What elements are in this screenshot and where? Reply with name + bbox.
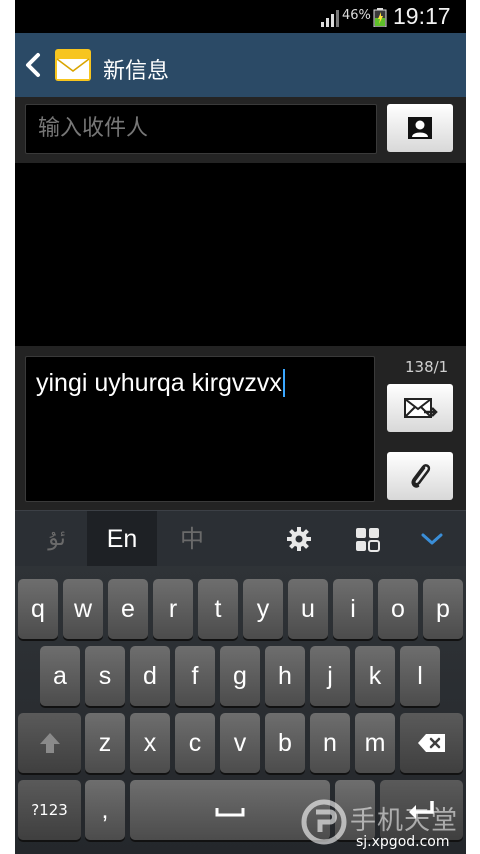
key-t[interactable]: t: [198, 579, 238, 639]
key-d[interactable]: d: [130, 646, 170, 706]
key-w[interactable]: w: [63, 579, 103, 639]
key-q[interactable]: q: [18, 579, 58, 639]
phone-screen: 46% 19:17 新信息 输入收件人 yingi uyhurqa kirgvz…: [15, 0, 466, 854]
action-bar: 新信息: [15, 33, 466, 97]
contact-picker-button[interactable]: [387, 104, 453, 152]
key-r[interactable]: r: [153, 579, 193, 639]
tab-english[interactable]: En: [87, 511, 157, 567]
send-button[interactable]: [387, 384, 453, 432]
comma-key[interactable]: ,: [85, 780, 125, 840]
key-z[interactable]: z: [85, 713, 125, 773]
key-k[interactable]: k: [355, 646, 395, 706]
chevron-left-icon[interactable]: [23, 52, 43, 78]
key-f[interactable]: f: [175, 646, 215, 706]
character-counter: 138/1: [405, 358, 449, 376]
key-l[interactable]: l: [400, 646, 440, 706]
gear-icon[interactable]: [287, 527, 311, 551]
key-c[interactable]: c: [175, 713, 215, 773]
attach-button[interactable]: [387, 452, 453, 500]
contact-icon: [408, 117, 432, 139]
shift-key[interactable]: [18, 713, 81, 773]
grid-icon[interactable]: [355, 527, 381, 553]
envelope-icon[interactable]: [53, 45, 93, 85]
key-n[interactable]: n: [310, 713, 350, 773]
space-icon: [215, 808, 245, 817]
backspace-key[interactable]: [400, 713, 463, 773]
tab-chinese[interactable]: 中: [157, 511, 227, 567]
battery-icon: [373, 8, 387, 27]
key-s[interactable]: s: [85, 646, 125, 706]
key-e[interactable]: e: [108, 579, 148, 639]
shift-icon: [39, 733, 60, 753]
key-g[interactable]: g: [220, 646, 260, 706]
backspace-icon: [417, 734, 445, 752]
key-x[interactable]: x: [130, 713, 170, 773]
recipient-input[interactable]: 输入收件人: [25, 104, 377, 154]
message-input[interactable]: yingi uyhurqa kirgvzvx: [25, 356, 375, 502]
key-v[interactable]: v: [220, 713, 260, 773]
chevron-down-icon[interactable]: [420, 531, 444, 547]
recipient-row: 输入收件人: [15, 97, 466, 163]
symbols-key[interactable]: ?123: [18, 780, 81, 840]
key-i[interactable]: i: [333, 579, 373, 639]
key-b[interactable]: b: [265, 713, 305, 773]
key-h[interactable]: h: [265, 646, 305, 706]
site-logo-icon: [301, 799, 347, 845]
keyboard-toolbar: ئۇ En 中: [15, 510, 466, 567]
key-y[interactable]: y: [243, 579, 283, 639]
key-m[interactable]: m: [355, 713, 395, 773]
watermark-title: 手机天堂: [350, 806, 459, 836]
watermark-url: sj.xpgod.com: [356, 834, 450, 850]
message-text: yingi uyhurqa kirgvzvx: [36, 369, 282, 397]
clock: 19:17: [393, 3, 451, 29]
status-bar: 46% 19:17: [15, 0, 466, 33]
key-a[interactable]: a: [40, 646, 80, 706]
key-p[interactable]: p: [423, 579, 463, 639]
key-u[interactable]: u: [288, 579, 328, 639]
text-caret: [282, 369, 285, 397]
signal-icon: [321, 10, 339, 27]
send-message-icon: [404, 398, 438, 418]
page-title: 新信息: [103, 59, 170, 84]
conversation-area: [15, 163, 466, 346]
key-j[interactable]: j: [310, 646, 350, 706]
key-o[interactable]: o: [378, 579, 418, 639]
battery-percent: 46%: [342, 8, 371, 23]
compose-row: yingi uyhurqa kirgvzvx 138/1: [15, 346, 466, 510]
watermark: 手机天堂 sj.xpgod.com: [300, 796, 478, 854]
tab-uyghur[interactable]: ئۇ: [27, 511, 87, 567]
paperclip-icon: [411, 464, 431, 488]
